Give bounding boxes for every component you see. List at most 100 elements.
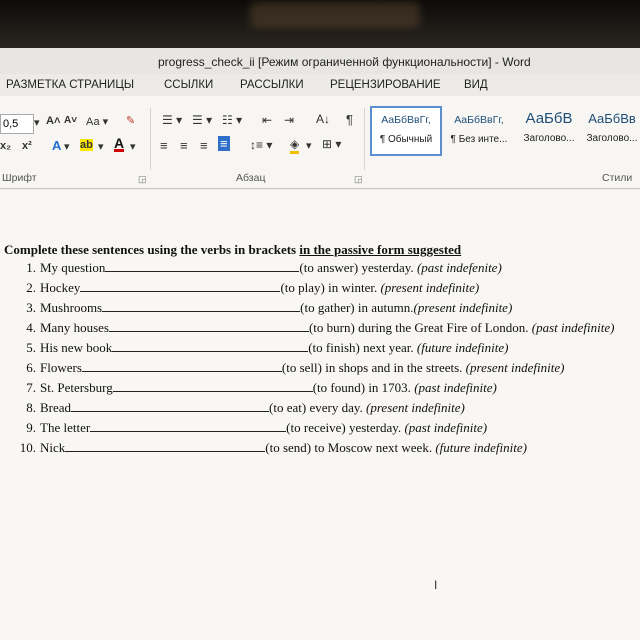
exercise-heading: Complete these sentences using the verbs… [4, 242, 461, 258]
item-tense: (present indefinite) [366, 400, 465, 415]
numbering-icon[interactable]: ☰ ▾ [192, 113, 212, 127]
answer-blank[interactable] [71, 400, 270, 412]
grow-font-icon[interactable]: A˄ [46, 115, 60, 127]
item-number: 1. [26, 260, 36, 275]
answer-blank[interactable] [112, 380, 313, 392]
shading-dropdown-icon[interactable]: ▾ [306, 139, 312, 152]
text-effects-icon[interactable]: A [52, 138, 61, 153]
item-subject: His new book [40, 340, 113, 355]
style-sample: АаБбВвГг, [454, 114, 504, 126]
font-size-field[interactable]: 0,5 [0, 114, 34, 134]
item-tense: (future indefinite) [416, 340, 509, 355]
answer-blank[interactable] [81, 360, 282, 372]
shading-icon[interactable]: ◈ [290, 137, 300, 154]
answer-blank[interactable] [80, 280, 281, 292]
item-verb: (to answer) yesterday. [299, 260, 414, 275]
font-color-icon[interactable]: A [114, 136, 125, 152]
item-subject: The letter [40, 420, 91, 435]
item-verb: (to burn) during the Great Fire of Londo… [308, 320, 529, 335]
style-sample: АаБбВвГг, [381, 114, 431, 126]
item-subject: My question [40, 260, 106, 275]
item-number: 5. [26, 340, 36, 355]
item-tense: (present indefinite) [413, 300, 513, 315]
item-verb: (to finish) next year. [308, 340, 414, 355]
item-subject: St. Petersburg [40, 380, 113, 395]
tab-view[interactable]: ВИД [464, 79, 488, 91]
item-subject: Flowers [40, 360, 82, 375]
paragraph-dialog-launcher-icon[interactable]: ◲ [354, 174, 363, 185]
align-right-icon[interactable]: ≡ [200, 138, 208, 153]
item-verb: (to sell) in shops and in the streets. [281, 360, 463, 375]
tab-mailings[interactable]: РАССЫЛКИ [240, 79, 304, 91]
item-verb: (to receive) yesterday. [286, 420, 402, 435]
justify-icon[interactable]: ≡ [218, 136, 230, 151]
highlight-icon[interactable]: ab [80, 139, 93, 151]
style-heading-1[interactable]: АаБбВ Заголово... [516, 108, 582, 154]
sort-icon[interactable]: A↓ [316, 112, 330, 126]
answer-blank[interactable] [112, 340, 309, 352]
group-label-font: Шрифт [2, 172, 37, 184]
item-subject: Mushrooms [40, 300, 103, 315]
item-subject: Many houses [40, 320, 109, 335]
style-caption: Заголово... [523, 133, 575, 144]
answer-blank[interactable] [102, 300, 301, 312]
bullets-icon[interactable]: ☰ ▾ [162, 113, 182, 127]
heading-text: Complete these sentences using the verbs… [4, 242, 300, 257]
line-spacing-icon[interactable]: ↕≡ ▾ [250, 138, 272, 152]
ribbon: 0,5 ▾ A˄ A˅ Аа ▾ ✎ x₂ x² A ▾ ab ▾ A ▾ ☰ … [0, 96, 640, 189]
answer-blank[interactable] [108, 320, 309, 332]
align-center-icon[interactable]: ≡ [180, 138, 188, 153]
text-effects-dropdown-icon[interactable]: ▾ [64, 140, 70, 153]
subscript-icon[interactable]: x₂ [0, 140, 11, 152]
document-page[interactable]: Complete these sentences using the verbs… [0, 190, 640, 640]
tab-review[interactable]: РЕЦЕНЗИРОВАНИЕ [330, 79, 441, 91]
style-normal[interactable]: АаБбВвГг, ¶ Обычный [370, 106, 442, 156]
font-color-dropdown-icon[interactable]: ▾ [130, 140, 136, 153]
item-subject: Bread [40, 400, 72, 415]
superscript-icon[interactable]: x² [22, 140, 32, 152]
style-heading-2[interactable]: АаБбВв Заголово... [584, 108, 640, 154]
borders-icon[interactable]: ⊞ ▾ [322, 137, 341, 151]
increase-indent-icon[interactable]: ⇥ [284, 113, 294, 127]
decrease-indent-icon[interactable]: ⇤ [262, 113, 272, 127]
group-label-paragraph: Абзац [236, 172, 266, 184]
item-verb: (to gather) in autumn. [300, 300, 414, 315]
item-tense: (past indefinite) [414, 380, 497, 395]
item-subject: Nick [40, 440, 66, 455]
item-tense: (past indefinite) [404, 420, 488, 435]
highlight-dropdown-icon[interactable]: ▾ [98, 140, 104, 153]
item-number: 10. [19, 440, 36, 455]
ribbon-separator [364, 108, 365, 170]
multilevel-list-icon[interactable]: ☷ ▾ [222, 113, 242, 127]
item-tense: (present indefinite) [380, 280, 480, 295]
style-sample: АаБбВ [525, 110, 573, 127]
style-caption: ¶ Без инте... [450, 134, 508, 145]
item-number: 4. [26, 320, 36, 335]
clear-formatting-icon[interactable]: ✎ [126, 114, 135, 127]
item-verb: (to found) in 1703. [312, 380, 411, 395]
item-subject: Hockey [40, 280, 81, 295]
answer-blank[interactable] [90, 420, 287, 432]
monitor-logo [250, 2, 420, 28]
change-case-icon[interactable]: Аа ▾ [86, 115, 108, 128]
font-dialog-launcher-icon[interactable]: ◲ [138, 174, 147, 185]
answer-blank[interactable] [105, 260, 300, 272]
shrink-font-icon[interactable]: A˅ [64, 115, 77, 126]
tab-page-layout[interactable]: РАЗМЕТКА СТРАНИЦЫ [6, 79, 134, 91]
align-left-icon[interactable]: ≡ [160, 138, 168, 153]
answer-blank[interactable] [65, 440, 266, 452]
show-marks-icon[interactable]: ¶ [346, 112, 353, 127]
font-size-dropdown-icon[interactable]: ▾ [34, 116, 40, 129]
style-no-spacing[interactable]: АаБбВвГг, ¶ Без инте... [444, 108, 514, 154]
item-verb: (to send) to Moscow next week. [265, 440, 433, 455]
item-tense: (present indefinite) [465, 360, 565, 375]
monitor-bezel [0, 0, 640, 48]
item-tense: (past indefenite) [416, 260, 502, 275]
heading-underlined-text: in the passive form suggested [299, 242, 462, 257]
tab-references[interactable]: ССЫЛКИ [164, 79, 213, 91]
item-number: 2. [26, 280, 36, 295]
item-tense: (past indefinite) [531, 320, 615, 335]
item-number: 6. [26, 360, 36, 375]
style-sample: АаБбВв [588, 111, 636, 126]
item-verb: (to play) in winter. [280, 280, 378, 295]
